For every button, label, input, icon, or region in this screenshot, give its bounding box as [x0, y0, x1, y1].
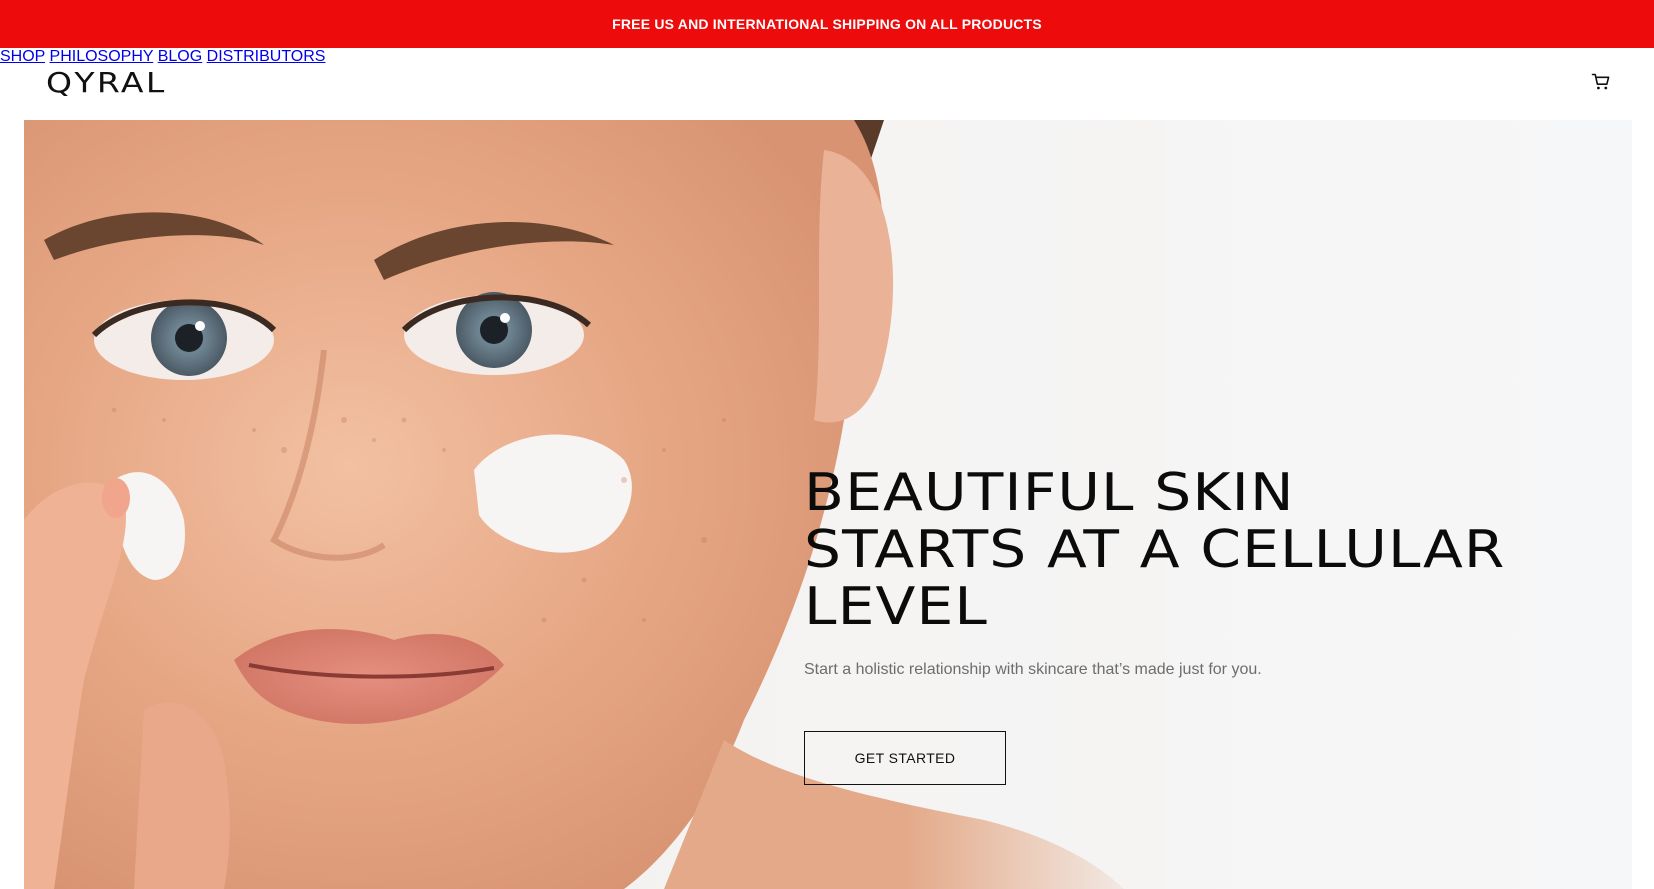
hero-heading: BEAUTIFUL SKIN STARTS AT A CELLULAR LEVE… — [804, 465, 1632, 636]
nav-distributors[interactable]: DISTRIBUTORS — [207, 48, 326, 65]
cart-icon[interactable] — [1591, 72, 1611, 92]
main-nav: SHOP PHILOSOPHY BLOG DISTRIBUTORS — [0, 48, 1654, 66]
hero-heading-line-1: BEAUTIFUL SKIN — [804, 463, 1295, 523]
hero-heading-line-3: LEVEL — [804, 577, 988, 637]
logo[interactable]: QYRAL — [46, 66, 167, 99]
announcement-text: FREE US AND INTERNATIONAL SHIPPING ON AL… — [612, 16, 1042, 32]
nav-blog[interactable]: BLOG — [158, 48, 202, 65]
announcement-bar: FREE US AND INTERNATIONAL SHIPPING ON AL… — [0, 0, 1654, 48]
hero-section: BEAUTIFUL SKIN STARTS AT A CELLULAR LEVE… — [24, 120, 1632, 889]
nav-philosophy[interactable]: PHILOSOPHY — [50, 48, 154, 65]
hero-heading-line-2: STARTS AT A CELLULAR — [804, 520, 1506, 580]
hero-subtitle: Start a holistic relationship with skinc… — [804, 661, 1262, 678]
nav-shop[interactable]: SHOP — [0, 48, 45, 65]
get-started-button[interactable]: GET STARTED — [804, 731, 1006, 785]
site-header: QYRAL SHOP PHILOSOPHY BLOG DISTRIBUTORS — [0, 48, 1654, 120]
